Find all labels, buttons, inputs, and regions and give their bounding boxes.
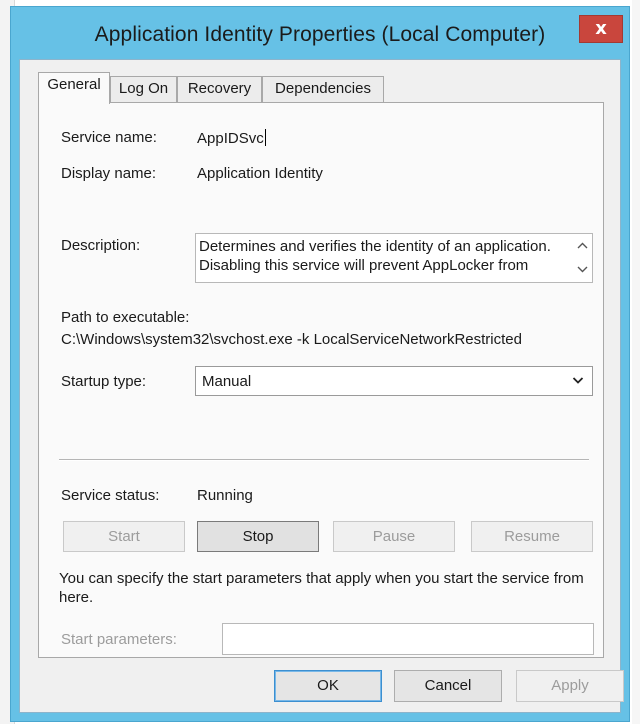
tab-recovery[interactable]: Recovery (177, 76, 262, 102)
close-button[interactable]: x (579, 15, 623, 43)
text-caret (264, 129, 266, 146)
description-box[interactable]: Determines and verifies the identity of … (195, 233, 593, 283)
tab-general[interactable]: General (38, 72, 110, 104)
apply-button[interactable]: Apply (516, 670, 624, 702)
dropdown-arrow (572, 371, 584, 392)
path-label: Path to executable: (61, 309, 190, 326)
stop-button[interactable]: Stop (197, 521, 319, 552)
description-text: Determines and verifies the identity of … (199, 237, 569, 275)
start-parameters-label: Start parameters: (61, 631, 177, 648)
resume-button[interactable]: Resume (471, 521, 593, 552)
description-line-2: Disabling this service will prevent AppL… (199, 257, 529, 274)
window-title: Application Identity Properties (Local C… (94, 23, 546, 46)
start-button[interactable]: Start (63, 521, 185, 552)
startup-type-select[interactable]: Manual (195, 366, 593, 396)
chevron-up-icon (577, 242, 587, 249)
description-line-1: Determines and verifies the identity of … (199, 238, 551, 255)
scroll-down-button[interactable] (573, 259, 591, 281)
description-label: Description: (61, 237, 141, 254)
ok-button[interactable]: OK (274, 670, 382, 702)
chevron-down-icon (572, 377, 584, 384)
display-name-value[interactable]: Application Identity (197, 165, 323, 182)
service-status-label: Service status: (61, 487, 160, 504)
tab-dependencies[interactable]: Dependencies (262, 76, 384, 102)
background-window-edge-right (632, 0, 640, 724)
startup-type-label: Startup type: (61, 373, 147, 390)
properties-dialog: Application Identity Properties (Local C… (10, 6, 630, 722)
section-divider (59, 459, 589, 461)
start-parameters-note: You can specify the start parameters tha… (59, 570, 584, 606)
chevron-down-icon (577, 266, 587, 273)
pause-button[interactable]: Pause (333, 521, 455, 552)
display-name-label: Display name: (61, 165, 157, 182)
title-bar[interactable]: Application Identity Properties (Local C… (11, 7, 629, 59)
path-value: C:\Windows\system32\svchost.exe -k Local… (61, 331, 522, 348)
general-tab-panel: Service name: AppIDSvc Display name: App… (38, 102, 604, 658)
service-name-value[interactable]: AppIDSvc (197, 129, 266, 147)
dialog-client-area: General Log On Recovery Dependencies Ser… (19, 59, 624, 713)
tab-log-on[interactable]: Log On (110, 76, 177, 102)
cancel-button[interactable]: Cancel (394, 670, 502, 702)
startup-type-value: Manual (202, 373, 252, 390)
scroll-up-button[interactable] (573, 235, 591, 257)
service-name-label: Service name: (61, 129, 157, 146)
service-status-value: Running (197, 487, 253, 504)
close-icon: x (595, 18, 607, 39)
service-name-text: AppIDSvc (197, 130, 264, 147)
start-parameters-input[interactable] (222, 623, 594, 655)
